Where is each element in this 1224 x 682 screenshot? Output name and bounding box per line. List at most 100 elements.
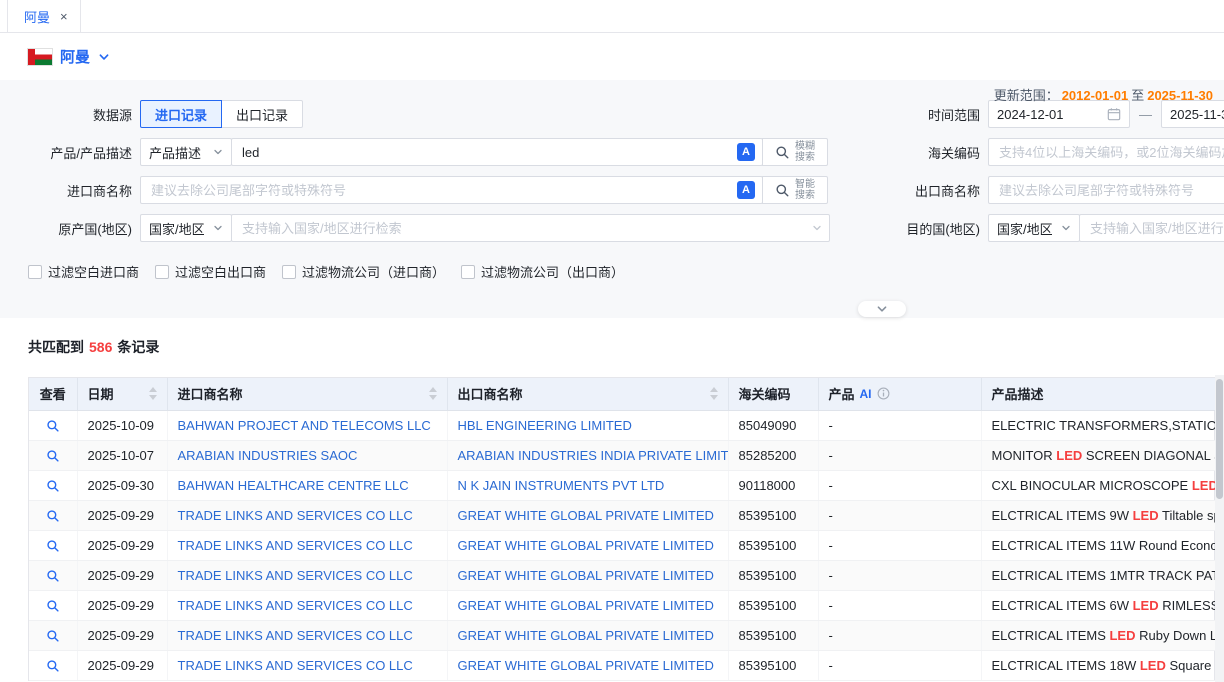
importer-input[interactable] [151,183,731,198]
hs-code-input[interactable] [999,145,1224,160]
col-header-date[interactable]: 日期 [77,378,167,410]
hs-code-cell: 85395100 [728,620,818,650]
collapse-panel-button[interactable] [858,301,906,317]
results-summary: 共匹配到586条记录 [28,337,1224,357]
view-icon[interactable] [46,419,60,433]
checkbox-label: 过滤物流公司（进口商） [302,262,445,281]
tab-import-records[interactable]: 进口记录 [140,100,222,128]
importer-link[interactable]: BAHWAN HEALTHCARE CENTRE LLC [178,478,409,493]
importer-link[interactable]: TRADE LINKS AND SERVICES CO LLC [178,508,413,523]
update-range-start: 2012-01-01 [1062,88,1129,103]
table-row: 2025-09-30 BAHWAN HEALTHCARE CENTRE LLC N … [29,470,1216,500]
sort-icons[interactable] [421,387,437,400]
importer-link[interactable]: BAHWAN PROJECT AND TELECOMS LLC [178,418,431,433]
date-cell: 2025-09-29 [77,620,167,650]
date-cell: 2025-09-29 [77,530,167,560]
info-icon[interactable] [877,387,890,400]
view-icon[interactable] [46,569,60,583]
sort-icons[interactable] [141,387,157,400]
checkbox-row: 过滤空白进口商过滤空白出口商 过滤物流公司（进口商） 过滤物流公司（出口商） [28,262,1224,281]
product-field-select[interactable]: 产品描述 [140,138,232,166]
product-input[interactable] [242,145,731,160]
view-cell [29,530,77,560]
view-icon[interactable] [46,509,60,523]
tab-close-icon[interactable]: × [60,10,68,23]
col-header-label: 出口商名称 [458,384,523,403]
col-header-view: 查看 [29,378,77,410]
table-row: 2025-09-29TRADE LINKS AND SERVICES CO LL… [29,500,1216,530]
exporter-link[interactable]: N K JAIN INSTRUMENTS PVT LTD [458,478,665,493]
view-icon[interactable] [46,539,60,553]
filter-panel: 更新范围：2012-01-01至2025-11-30 数据源 进口记录 出口记录… [0,80,1224,318]
view-icon[interactable] [46,449,60,463]
destination-country-input[interactable] [1090,221,1224,236]
importer-cell: TRADE LINKS AND SERVICES CO LLC [167,560,447,590]
date-cell: 2025-09-30 [77,470,167,500]
importer-link[interactable]: TRADE LINKS AND SERVICES CO LLC [178,628,413,643]
destination-type-select[interactable]: 国家/地区 [988,214,1080,242]
col-header-label: 查看 [40,384,66,403]
exporter-link[interactable]: GREAT WHITE GLOBAL PRIVATE LIMITED [458,628,714,643]
col-header-importer[interactable]: 进口商名称 [167,378,447,410]
exporter-link[interactable]: GREAT WHITE GLOBAL PRIVATE LIMITED [458,658,714,673]
view-cell [29,620,77,650]
origin-country-label: 原产国(地区) [0,219,140,238]
tab-export-records[interactable]: 出口记录 [221,100,303,128]
checkbox-icon[interactable] [282,265,296,279]
hs-code-cell: 85395100 [728,590,818,620]
importer-cell: TRADE LINKS AND SERVICES CO LLC [167,590,447,620]
exporter-link[interactable]: GREAT WHITE GLOBAL PRIVATE LIMITED [458,538,714,553]
origin-type-select[interactable]: 国家/地区 [140,214,232,242]
destination-select-value: 国家/地区 [997,219,1053,238]
col-header-exporter[interactable]: 出口商名称 [447,378,728,410]
importer-link[interactable]: TRADE LINKS AND SERVICES CO LLC [178,538,413,553]
scrollbar-thumb[interactable] [1216,379,1223,499]
importer-cell: TRADE LINKS AND SERVICES CO LLC [167,500,447,530]
view-icon[interactable] [46,629,60,643]
smart-search-button[interactable]: 智能搜索 [762,176,828,204]
exporter-link[interactable]: ARABIAN INDUSTRIES INDIA PRIVATE LIMIT..… [458,448,729,463]
filter-checkbox[interactable]: 过滤空白出口商 [155,262,266,281]
filter-checkbox[interactable]: 过滤物流公司（进口商） [282,262,445,281]
tab-oman[interactable]: 阿曼 × [7,0,81,32]
view-icon[interactable] [46,479,60,493]
keyword-highlight: LED [1056,448,1082,463]
date-end-input[interactable]: 2025-11-30 [1161,100,1224,128]
checkbox-icon[interactable] [28,265,42,279]
filter-checkbox[interactable]: 过滤空白进口商 [28,262,139,281]
table-scrollbar[interactable] [1215,375,1224,682]
view-icon[interactable] [46,659,60,673]
hs-code-input-box [988,138,1224,166]
exporter-cell: GREAT WHITE GLOBAL PRIVATE LIMITED [447,560,728,590]
destination-country-label: 目的国(地区) [852,219,988,238]
importer-link[interactable]: ARABIAN INDUSTRIES SAOC [178,448,358,463]
product-cell: - [818,620,981,650]
exporter-link[interactable]: GREAT WHITE GLOBAL PRIVATE LIMITED [458,598,714,613]
date-cell: 2025-09-29 [77,590,167,620]
results-section: 共匹配到586条记录 查看日期进口商名称出口商名称海关编码产品AI产品描述 20… [0,318,1224,681]
translate-icon[interactable]: A [737,181,755,199]
exporter-input[interactable] [999,183,1224,198]
results-count: 586 [89,339,112,355]
fuzzy-search-button[interactable]: 模糊搜索 [762,138,828,166]
importer-link[interactable]: TRADE LINKS AND SERVICES CO LLC [178,598,413,613]
country-name[interactable]: 阿曼 [60,46,90,67]
importer-cell: TRADE LINKS AND SERVICES CO LLC [167,620,447,650]
exporter-link[interactable]: HBL ENGINEERING LIMITED [458,418,632,433]
sort-icons[interactable] [702,387,718,400]
origin-country-input[interactable] [242,221,806,236]
exporter-link[interactable]: GREAT WHITE GLOBAL PRIVATE LIMITED [458,568,714,583]
checkbox-label: 过滤空白进口商 [48,262,139,281]
view-icon[interactable] [46,599,60,613]
filter-checkbox[interactable]: 过滤物流公司（出口商） [461,262,624,281]
country-chevron-down-icon[interactable] [98,51,110,63]
importer-link[interactable]: TRADE LINKS AND SERVICES CO LLC [178,658,413,673]
checkbox-icon[interactable] [155,265,169,279]
checkbox-label: 过滤物流公司（出口商） [481,262,624,281]
exporter-link[interactable]: GREAT WHITE GLOBAL PRIVATE LIMITED [458,508,714,523]
checkbox-icon[interactable] [461,265,475,279]
table-body: 2025-10-09BAHWAN PROJECT AND TELECOMS LL… [29,410,1216,680]
importer-link[interactable]: TRADE LINKS AND SERVICES CO LLC [178,568,413,583]
translate-icon[interactable]: A [737,143,755,161]
date-start-input[interactable]: 2024-12-01 [988,100,1130,128]
